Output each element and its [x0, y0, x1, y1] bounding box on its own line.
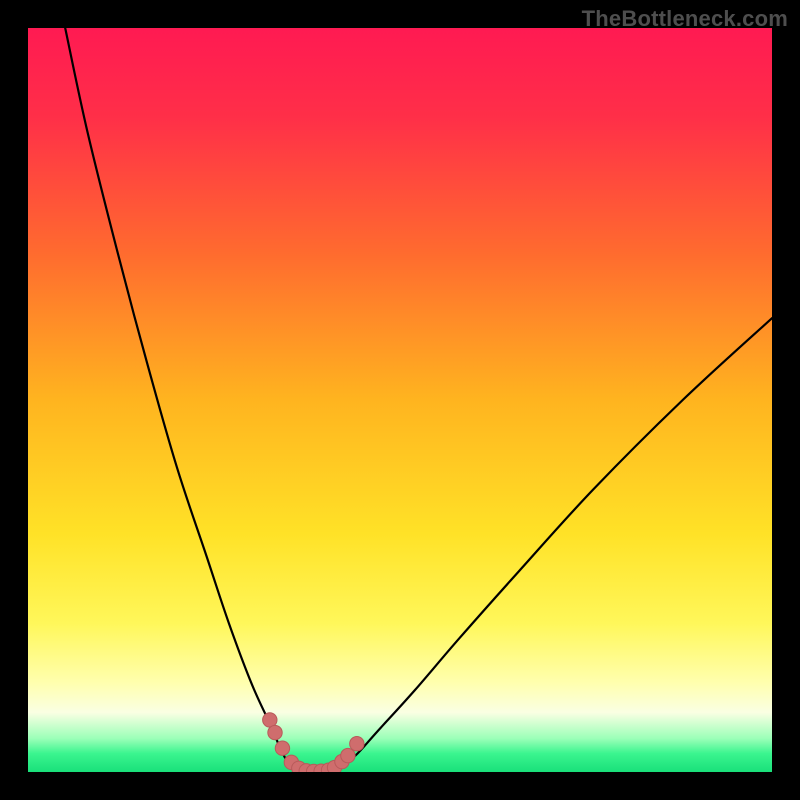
highlight-dot: [350, 737, 364, 751]
highlight-dots-group: [263, 713, 364, 772]
highlight-dot: [268, 725, 282, 739]
highlight-dot: [341, 748, 355, 762]
chart-canvas: [28, 28, 772, 772]
curve-right-branch: [340, 318, 772, 766]
curve-left-branch: [65, 28, 296, 769]
watermark-text: TheBottleneck.com: [582, 6, 788, 32]
plot-area: [28, 28, 772, 772]
highlight-dot: [275, 741, 289, 755]
outer-black-frame: TheBottleneck.com: [0, 0, 800, 800]
